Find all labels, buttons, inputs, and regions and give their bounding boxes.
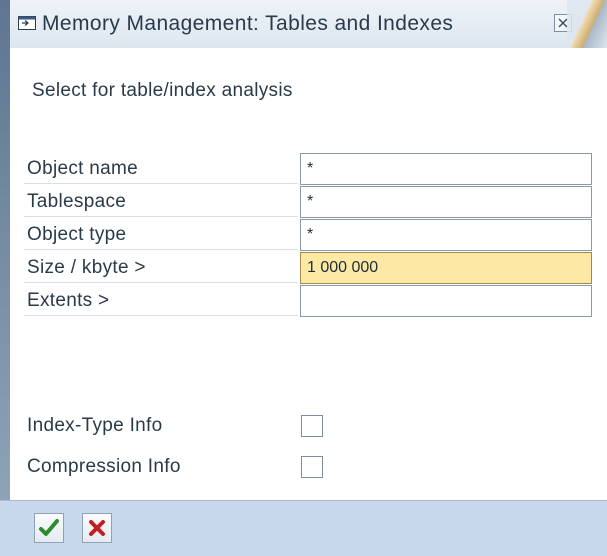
checkmark-icon — [39, 519, 59, 536]
tablespace-input[interactable] — [300, 186, 592, 218]
section-heading: Select for table/index analysis — [32, 80, 293, 101]
size-kbyte-row: Size / kbyte > — [24, 252, 594, 285]
extents-label: Extents > — [24, 285, 298, 316]
compression-info-checkbox[interactable] — [301, 456, 323, 478]
tablespace-label: Tablespace — [24, 186, 298, 217]
size-kbyte-label: Size / kbyte > — [24, 252, 298, 283]
object-name-input[interactable] — [300, 153, 592, 185]
index-type-info-checkbox[interactable] — [301, 415, 323, 437]
title-bar-decoration — [567, 0, 607, 48]
object-type-row: Object type — [24, 219, 594, 252]
cancel-x-icon — [89, 520, 105, 536]
cancel-button[interactable] — [82, 513, 112, 543]
title-bar: Memory Management: Tables and Indexes — [0, 0, 607, 49]
object-type-label: Object type — [24, 219, 298, 250]
object-name-row: Object name — [24, 153, 594, 186]
size-kbyte-input[interactable] — [300, 252, 592, 284]
extents-row: Extents > — [24, 285, 594, 318]
index-type-info-row: Index-Type Info — [24, 411, 424, 441]
compression-info-label: Compression Info — [27, 456, 181, 477]
window-title: Memory Management: Tables and Indexes — [42, 12, 454, 35]
compression-info-row: Compression Info — [24, 452, 424, 482]
dialog-window: Memory Management: Tables and Indexes Se… — [0, 0, 607, 556]
object-type-input[interactable] — [300, 219, 592, 251]
execute-button[interactable] — [34, 513, 64, 543]
window-left-edge — [0, 0, 10, 500]
footer-toolbar — [0, 500, 607, 556]
index-type-info-label: Index-Type Info — [27, 415, 163, 436]
window-menu-icon[interactable] — [18, 16, 36, 30]
object-name-label: Object name — [24, 153, 298, 184]
extents-input[interactable] — [300, 285, 592, 317]
tablespace-row: Tablespace — [24, 186, 594, 219]
